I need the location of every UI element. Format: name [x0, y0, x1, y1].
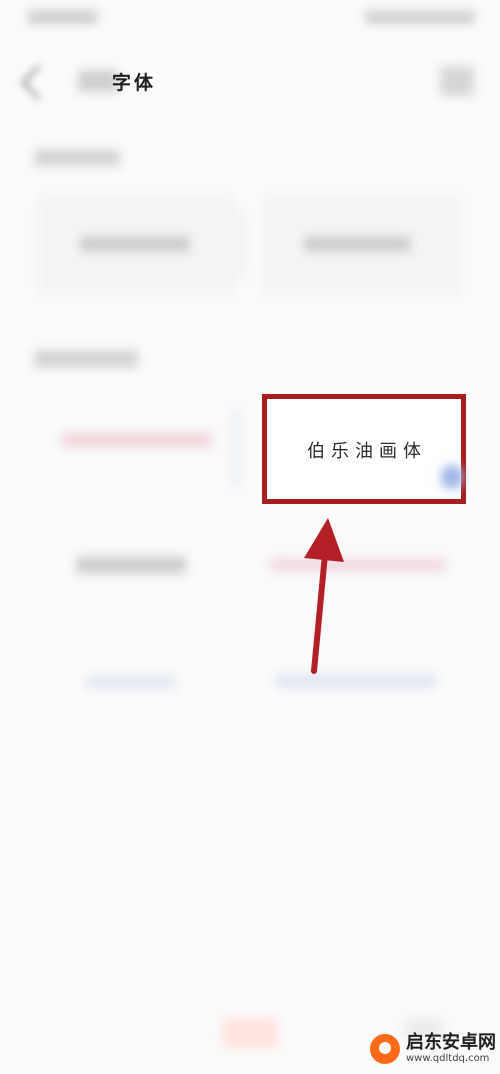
font-card-2-label: [304, 236, 410, 252]
page-title: 字体: [112, 72, 157, 94]
font-item-4[interactable]: [86, 676, 176, 688]
highlighted-font-card[interactable]: 伯乐油画体: [262, 394, 466, 504]
watermark-logo-icon: [370, 1034, 400, 1064]
bottom-nav-center[interactable]: [222, 1018, 278, 1048]
font-card-1-label: [80, 236, 190, 252]
section-label-2: [34, 350, 138, 368]
back-arrow-icon[interactable]: [20, 64, 57, 101]
font-item-5[interactable]: [276, 674, 436, 688]
font-name-label: 伯乐油画体: [307, 441, 427, 462]
watermark-brand: 启东安卓网: [406, 1032, 496, 1053]
status-bar-icons: [365, 10, 475, 24]
card-divider: [240, 210, 244, 280]
header-action-icon[interactable]: [440, 66, 474, 96]
font-item-1[interactable]: [62, 432, 212, 448]
font-item-divider: [232, 408, 240, 488]
watermark-url: www.qdltdq.com: [406, 1053, 490, 1064]
download-badge-icon[interactable]: [441, 465, 463, 489]
section-label-1: [34, 150, 120, 166]
pointer-arrow-icon: [304, 518, 344, 674]
font-item-2[interactable]: [76, 556, 186, 574]
watermark: 启东安卓网 www.qdltdq.com: [370, 1034, 496, 1064]
status-bar-time: [28, 10, 98, 24]
